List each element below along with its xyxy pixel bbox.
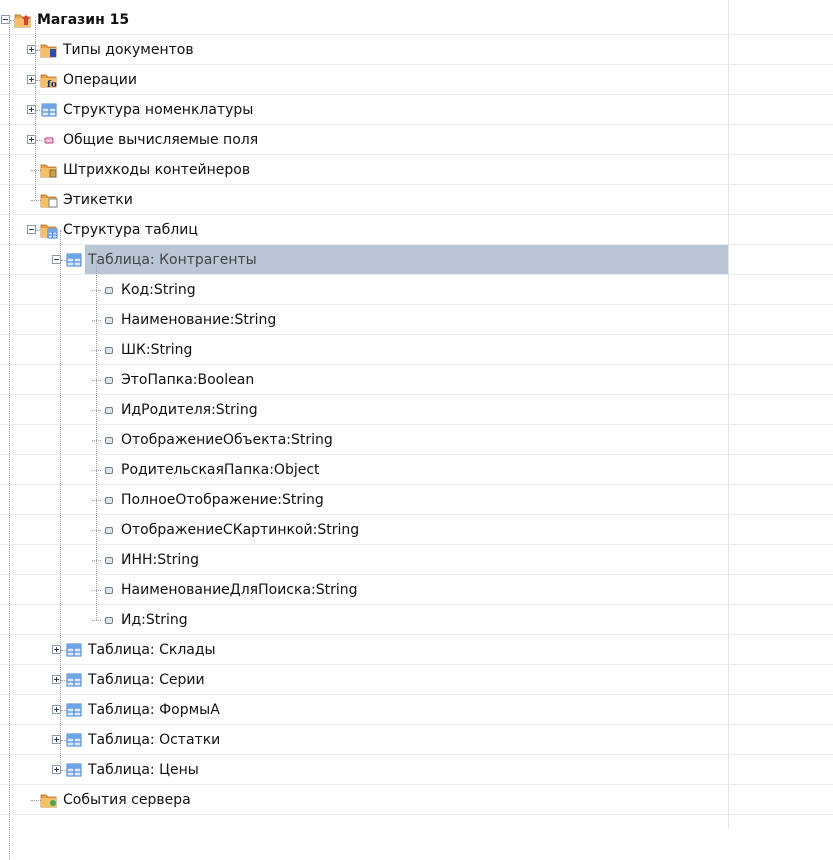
field-bullet-icon xyxy=(105,287,113,294)
folder-table-icon xyxy=(40,221,58,239)
field-bullet-icon xyxy=(105,527,113,534)
folder-arrow-icon xyxy=(14,11,32,29)
table-icon xyxy=(65,641,83,659)
field-bullet-icon xyxy=(105,497,113,504)
tree-view[interactable]: Магазин 15 Типы документов fo Операции Струк… xyxy=(0,0,833,860)
tree-node-selected-table[interactable]: Таблица: Контрагенты xyxy=(0,245,833,275)
field-icon xyxy=(40,131,58,149)
field-bullet-icon xyxy=(105,347,113,354)
node-label: НаименованиеДляПоиска:String xyxy=(121,582,358,598)
node-label: ШК:String xyxy=(121,342,193,358)
tree-node-table[interactable]: Таблица: Склады xyxy=(0,635,833,665)
node-label: Код:String xyxy=(121,282,196,298)
node-label: Структура номенклатуры xyxy=(63,102,254,118)
field-bullet-icon xyxy=(105,587,113,594)
node-label: Ид:String xyxy=(121,612,188,628)
node-label: ПолноеОтображение:String xyxy=(121,492,324,508)
node-label: РодительскаяПапка:Object xyxy=(121,462,320,478)
node-label: ОтображениеСКартинкой:String xyxy=(121,522,360,538)
table-icon xyxy=(40,101,58,119)
table-icon xyxy=(65,731,83,749)
field-bullet-icon xyxy=(105,617,113,624)
field-bullet-icon xyxy=(105,437,113,444)
node-label: Таблица: Серии xyxy=(88,672,205,688)
node-label: Таблица: Склады xyxy=(88,642,216,658)
collapse-toggle-icon[interactable] xyxy=(27,225,36,234)
tree-node-field[interactable]: ЭтоПапка:Boolean xyxy=(0,365,833,395)
tree-node-field[interactable]: НаименованиеДляПоиска:String xyxy=(0,575,833,605)
folder-label-icon xyxy=(40,191,58,209)
tree-node-field[interactable]: ИдРодителя:String xyxy=(0,395,833,425)
tree-node-0[interactable]: Типы документов xyxy=(0,35,833,65)
tree-node-root[interactable]: Магазин 15 xyxy=(0,5,833,35)
field-bullet-icon xyxy=(105,377,113,384)
folder-doc-icon xyxy=(40,41,58,59)
tree-node-3[interactable]: Общие вычисляемые поля xyxy=(0,125,833,155)
field-bullet-icon xyxy=(105,317,113,324)
tree-node-field[interactable]: ШК:String xyxy=(0,335,833,365)
tree-node-table[interactable]: Таблица: Цены xyxy=(0,755,833,785)
tree-node-table[interactable]: Таблица: Серии xyxy=(0,665,833,695)
tree-connector xyxy=(92,620,101,621)
tree-guide-line xyxy=(9,20,10,860)
tree-node-field[interactable]: ОтображениеСКартинкой:String xyxy=(0,515,833,545)
node-label: Этикетки xyxy=(63,192,133,208)
node-label: Магазин 15 xyxy=(37,12,130,28)
tree-node-field[interactable]: РодительскаяПапка:Object xyxy=(0,455,833,485)
svg-text:fo: fo xyxy=(47,80,57,89)
tree-node-field[interactable]: Наименование:String xyxy=(0,305,833,335)
node-label: ИНН:String xyxy=(121,552,200,568)
node-label: Таблица: Цены xyxy=(88,762,199,778)
tree-node-5[interactable]: Этикетки xyxy=(0,185,833,215)
node-label: Операции xyxy=(63,72,137,88)
tree-node-table[interactable]: Таблица: Остатки xyxy=(0,725,833,755)
node-label: Штрихкоды контейнеров xyxy=(63,162,251,178)
node-label: ИдРодителя:String xyxy=(121,402,258,418)
node-label: ОтображениеОбъекта:String xyxy=(121,432,333,448)
node-label: Таблица: Остатки xyxy=(88,732,221,748)
field-bullet-icon xyxy=(105,467,113,474)
tree-node-last[interactable]: События сервера xyxy=(0,785,833,815)
node-label: Таблица: Контрагенты xyxy=(85,249,260,271)
tree-node-6[interactable]: Структура таблиц xyxy=(0,215,833,245)
table-icon xyxy=(65,251,83,269)
tree-node-field[interactable]: ПолноеОтображение:String xyxy=(0,485,833,515)
node-label: Типы документов xyxy=(63,42,194,58)
table-icon xyxy=(65,761,83,779)
folder-box-icon xyxy=(40,161,58,179)
node-label: Таблица: ФормыА xyxy=(88,702,220,718)
node-label: События сервера xyxy=(63,792,191,808)
tree-node-2[interactable]: Структура номенклатуры xyxy=(0,95,833,125)
folder-event-icon xyxy=(40,791,58,809)
tree-node-field[interactable]: Код:String xyxy=(0,275,833,305)
node-label: Наименование:String xyxy=(121,312,277,328)
tree-guide-line xyxy=(35,20,36,200)
field-bullet-icon xyxy=(105,407,113,414)
table-icon xyxy=(65,701,83,719)
tree-node-field[interactable]: Ид:String xyxy=(0,605,833,635)
field-bullet-icon xyxy=(105,557,113,564)
tree-guide-line xyxy=(60,230,61,770)
node-label: ЭтоПапка:Boolean xyxy=(121,372,255,388)
tree-guide-line xyxy=(96,260,97,620)
node-label: Структура таблиц xyxy=(63,222,198,238)
folder-fo-icon: fo xyxy=(40,71,58,90)
tree-node-field[interactable]: ИНН:String xyxy=(0,545,833,575)
node-label: Общие вычисляемые поля xyxy=(63,132,259,148)
table-icon xyxy=(65,671,83,689)
tree-node-field[interactable]: ОтображениеОбъекта:String xyxy=(0,425,833,455)
tree-node-4[interactable]: Штрихкоды контейнеров xyxy=(0,155,833,185)
tree-node-1[interactable]: fo Операции xyxy=(0,65,833,95)
tree-node-table[interactable]: Таблица: ФормыА xyxy=(0,695,833,725)
